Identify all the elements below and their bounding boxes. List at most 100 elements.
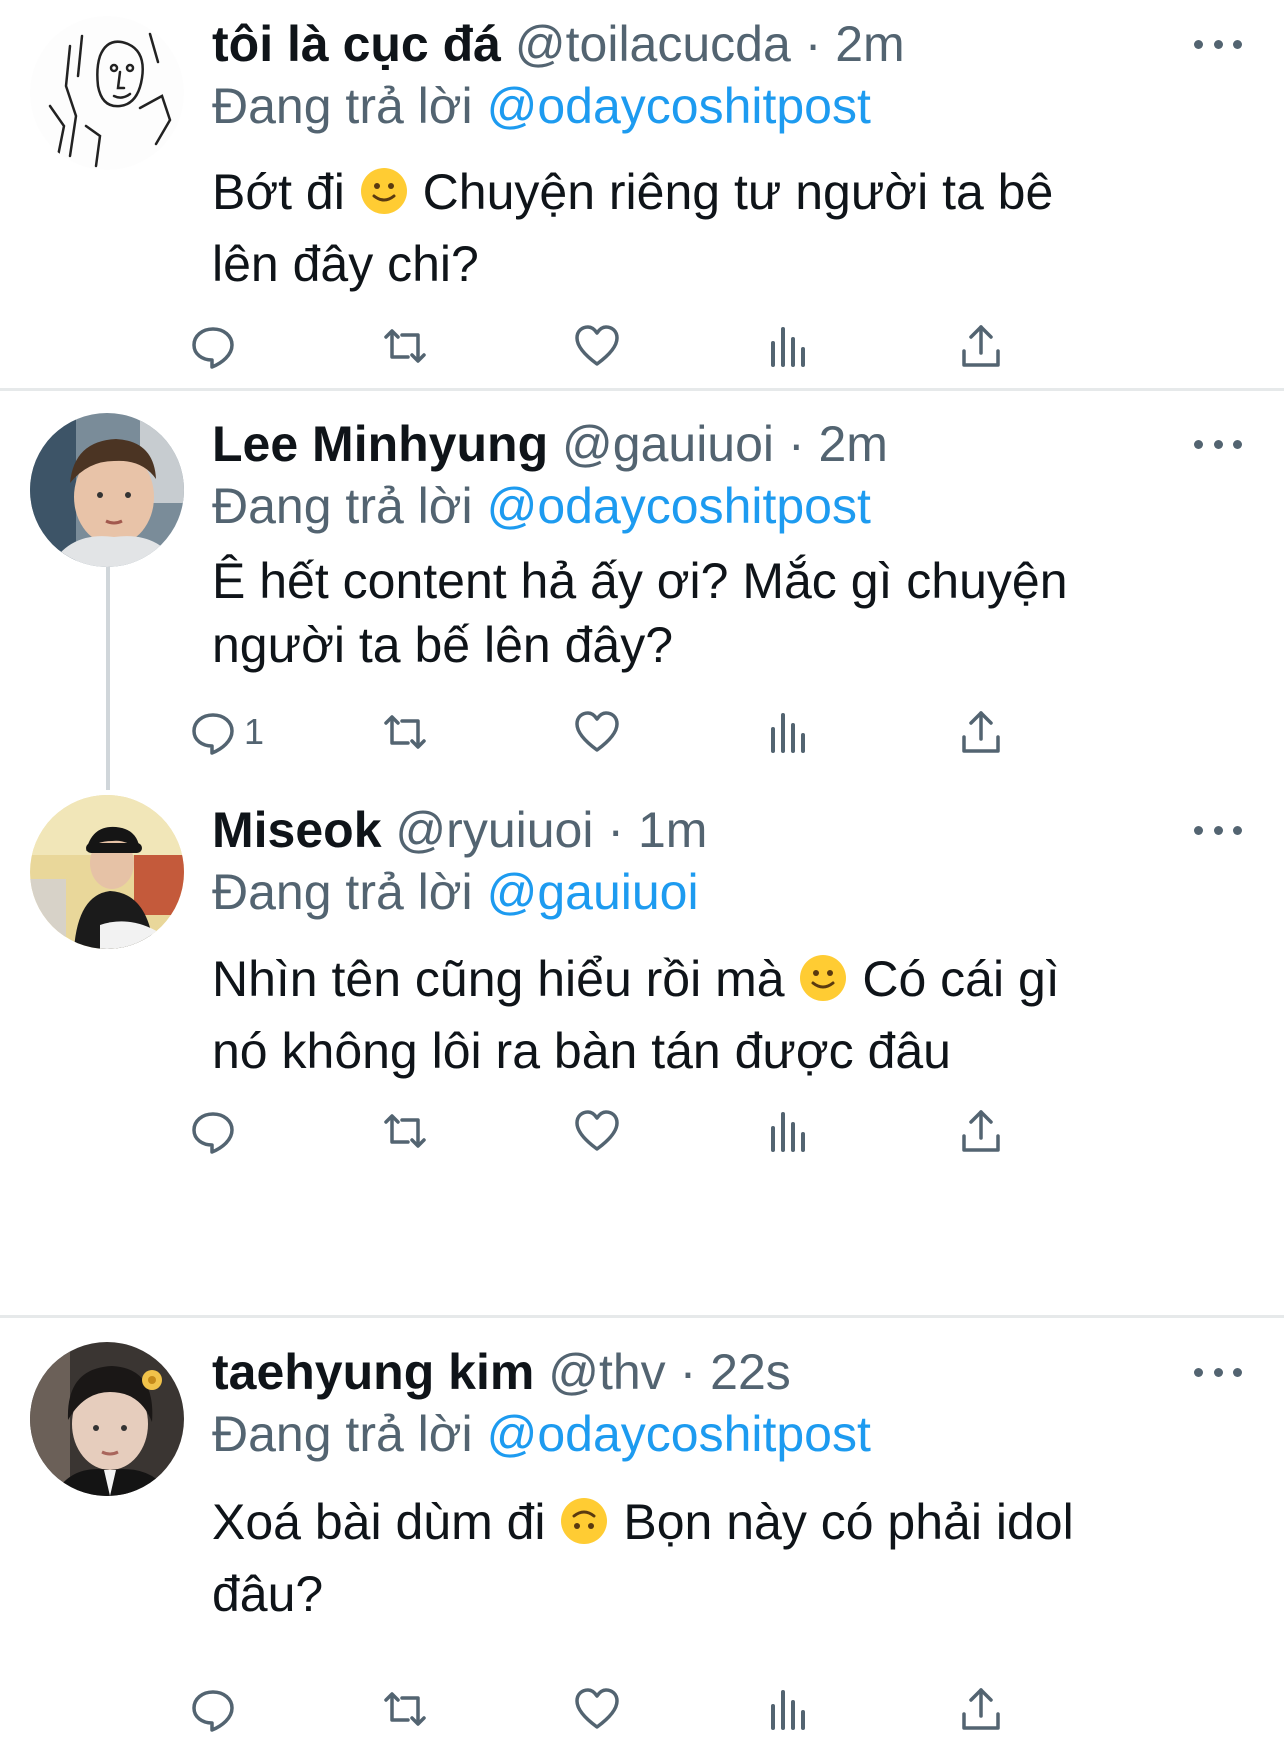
- like-button[interactable]: [572, 1103, 622, 1159]
- retweet-icon: [384, 329, 426, 363]
- separator-dot: ·: [679, 1344, 697, 1400]
- views-icon: [771, 1690, 805, 1730]
- views-icon: [771, 713, 805, 753]
- views-button[interactable]: [764, 704, 814, 760]
- display-name[interactable]: Miseok: [212, 802, 382, 858]
- share-button[interactable]: [956, 318, 1006, 374]
- reply-button[interactable]: [188, 1103, 244, 1159]
- like-button[interactable]: [572, 1681, 622, 1737]
- retweet-icon: [384, 715, 426, 749]
- text-segment: đâu?: [212, 1566, 324, 1622]
- tweet[interactable]: Miseok @ryuiuoi · 1m Đang trả lời @gauiu…: [0, 775, 1284, 1315]
- reply-count: 1: [244, 711, 265, 752]
- avatar[interactable]: [30, 413, 184, 567]
- text-segment: Bọn này có phải idol: [623, 1494, 1074, 1550]
- tweet-text: Xoá bài dùm đi Bọn này có phải idol đâu?: [212, 1486, 1242, 1630]
- avatar[interactable]: [30, 795, 184, 949]
- tweet[interactable]: taehyung kim @thv · 22s Đang trả lời @od…: [0, 1318, 1284, 1753]
- user-handle[interactable]: @thv: [548, 1344, 665, 1400]
- retweet-button[interactable]: [380, 318, 430, 374]
- like-icon: [575, 1688, 619, 1729]
- tweet-header: Miseok @ryuiuoi · 1m: [212, 800, 1194, 860]
- share-button[interactable]: [956, 1681, 1006, 1737]
- tweet-text-line: lên đây chi?: [212, 228, 1242, 300]
- replying-to: Đang trả lời @odaycoshitpost: [212, 76, 871, 136]
- like-icon: [575, 325, 619, 366]
- user-handle[interactable]: @gauiuoi: [562, 416, 774, 472]
- avatar[interactable]: [30, 1342, 184, 1496]
- tweet-text-line: Xoá bài dùm đi Bọn này có phải idol: [212, 1486, 1242, 1558]
- replying-to: Đang trả lời @odaycoshitpost: [212, 1404, 871, 1464]
- reply-icon: [192, 1112, 234, 1154]
- replying-to-link[interactable]: @odaycoshitpost: [487, 1406, 871, 1462]
- reply-button[interactable]: 1: [188, 704, 264, 760]
- tweet-header: taehyung kim @thv · 22s: [212, 1342, 1194, 1402]
- tweet-text-line: Nhìn tên cũng hiểu rồi mà Có cái gì: [212, 943, 1242, 1015]
- tweet-header: tôi là cục đá @toilacucda · 2m: [212, 14, 1194, 74]
- reply-button[interactable]: [188, 1681, 244, 1737]
- tweet-text: Nhìn tên cũng hiểu rồi mà Có cái gì nó k…: [212, 943, 1242, 1087]
- separator-dot: ·: [787, 416, 805, 472]
- views-button[interactable]: [764, 1103, 814, 1159]
- share-button[interactable]: [956, 1103, 1006, 1159]
- replying-to-label: Đang trả lời: [212, 864, 473, 920]
- more-options-icon[interactable]: [1194, 34, 1242, 54]
- display-name[interactable]: tôi là cục đá: [212, 16, 501, 72]
- replying-to: Đang trả lời @gauiuoi: [212, 862, 699, 922]
- separator-dot: ·: [607, 802, 625, 858]
- replying-to-label: Đang trả lời: [212, 78, 473, 134]
- reply-button[interactable]: [188, 318, 244, 374]
- user-handle[interactable]: @ryuiuoi: [395, 802, 593, 858]
- profile-photo: [30, 1342, 184, 1496]
- views-button[interactable]: [764, 318, 814, 374]
- retweet-button[interactable]: [380, 1103, 430, 1159]
- sketch-avatar-image: [30, 16, 184, 170]
- timestamp[interactable]: 22s: [710, 1344, 791, 1400]
- profile-photo: [30, 413, 184, 567]
- timestamp[interactable]: 1m: [638, 802, 707, 858]
- reply-icon: [192, 1690, 234, 1732]
- views-icon: [771, 1112, 805, 1152]
- avatar[interactable]: [30, 16, 184, 170]
- text-segment: nó không lôi ra bàn tán được đâu: [212, 1023, 951, 1079]
- tweet[interactable]: tôi là cục đá @toilacucda · 2m Đang trả …: [0, 0, 1284, 388]
- text-segment: lên đây chi?: [212, 236, 479, 292]
- replying-to: Đang trả lời @odaycoshitpost: [212, 476, 871, 536]
- timestamp[interactable]: 2m: [819, 416, 888, 472]
- text-segment: Nhìn tên cũng hiểu rồi mà: [212, 951, 785, 1007]
- user-handle[interactable]: @toilacucda: [515, 16, 791, 72]
- like-button[interactable]: [572, 704, 622, 760]
- like-icon: [575, 1110, 619, 1151]
- replying-to-link[interactable]: @odaycoshitpost: [487, 478, 871, 534]
- text-segment: Bớt đi: [212, 164, 345, 220]
- retweet-button[interactable]: [380, 704, 430, 760]
- separator-dot: ·: [804, 16, 822, 72]
- tweet-text-line: nó không lôi ra bàn tán được đâu: [212, 1015, 1242, 1087]
- text-segment: Ê hết content hả ấy ơi? Mắc gì chuyện: [212, 553, 1068, 609]
- text-segment: Có cái gì: [862, 951, 1060, 1007]
- timestamp[interactable]: 2m: [835, 16, 904, 72]
- more-options-icon[interactable]: [1194, 434, 1242, 454]
- tweet-text-line: đâu?: [212, 1558, 1242, 1630]
- replying-to-label: Đang trả lời: [212, 478, 473, 534]
- tweet[interactable]: Lee Minhyung @gauiuoi · 2m Đang trả lời …: [0, 391, 1284, 775]
- more-options-icon[interactable]: [1194, 1362, 1242, 1382]
- more-options-icon[interactable]: [1194, 820, 1242, 840]
- share-icon: [962, 1110, 1000, 1152]
- views-icon: [771, 327, 805, 367]
- retweet-button[interactable]: [380, 1681, 430, 1737]
- replying-to-link[interactable]: @gauiuoi: [487, 864, 699, 920]
- views-button[interactable]: [764, 1681, 814, 1737]
- display-name[interactable]: Lee Minhyung: [212, 416, 548, 472]
- action-bar: 1: [192, 704, 1172, 760]
- tweet-text-line: Ê hết content hả ấy ơi? Mắc gì chuyện: [212, 549, 1242, 613]
- like-button[interactable]: [572, 318, 622, 374]
- reply-icon: [192, 713, 234, 755]
- display-name[interactable]: taehyung kim: [212, 1344, 534, 1400]
- slightly-smiling-face-icon: [798, 953, 848, 1003]
- share-button[interactable]: [956, 704, 1006, 760]
- share-icon: [962, 325, 1000, 367]
- retweet-icon: [384, 1692, 426, 1726]
- slightly-smiling-face-icon: [359, 166, 409, 216]
- replying-to-link[interactable]: @odaycoshitpost: [487, 78, 871, 134]
